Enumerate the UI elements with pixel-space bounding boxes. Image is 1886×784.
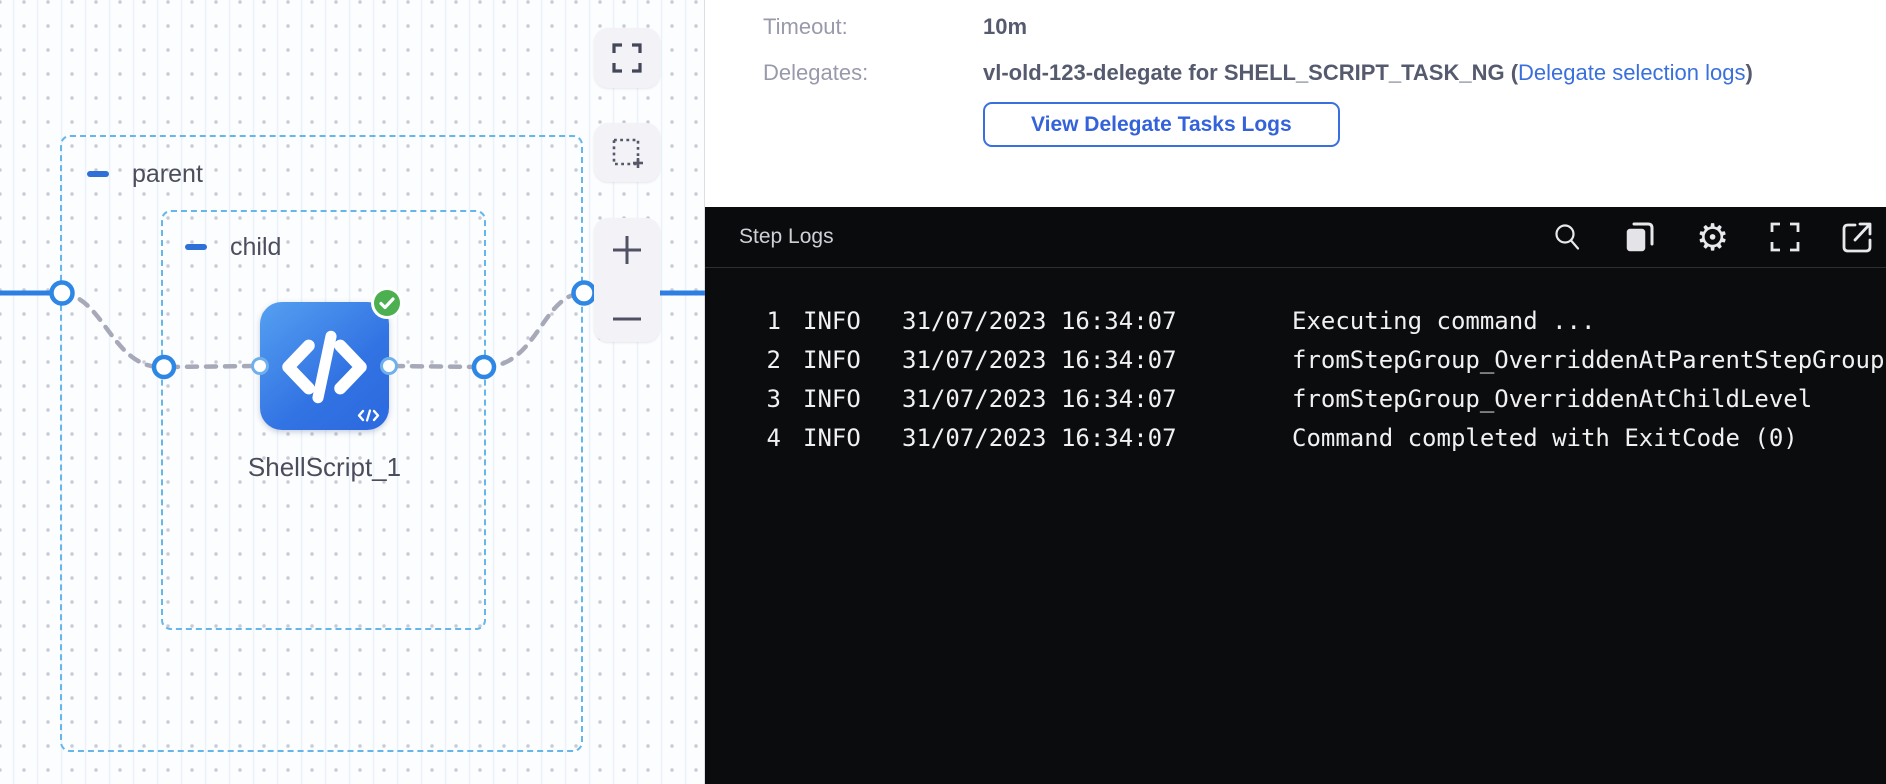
node-port-out	[380, 357, 398, 375]
timeout-label: Timeout:	[763, 14, 983, 40]
log-message: fromStepGroup_OverriddenAtChildLevel	[1292, 385, 1812, 413]
canvas-toolbar	[594, 28, 660, 342]
zoom-controls	[594, 218, 660, 342]
timeout-value: 10m	[983, 14, 1027, 40]
open-in-new-icon	[1841, 220, 1881, 254]
delegates-value-suffix: )	[1746, 60, 1753, 85]
log-timestamp: 31/07/2023 16:34:07	[902, 385, 1177, 413]
add-step-point-left[interactable]	[154, 357, 174, 377]
log-timestamp: 31/07/2023 16:34:07	[902, 346, 1177, 374]
copy-logs-button[interactable]	[1622, 219, 1656, 255]
delegate-selection-logs-link[interactable]: Delegate selection logs	[1518, 60, 1745, 85]
log-line-number: 2	[763, 346, 781, 374]
log-line-number: 3	[763, 385, 781, 413]
node-label: ShellScript_1	[244, 452, 405, 483]
open-logs-new-window-button[interactable]	[1841, 220, 1881, 254]
add-step-point-right[interactable]	[474, 357, 494, 377]
pipeline-canvas[interactable]: parent child ShellScri	[0, 0, 705, 784]
log-timestamp: 31/07/2023 16:34:07	[902, 424, 1177, 452]
delegates-value-text: vl-old-123-delegate for SHELL_SCRIPT_TAS…	[983, 60, 1518, 85]
console-header: Step Logs ⚙	[705, 207, 1886, 268]
success-check-icon	[374, 290, 400, 316]
marquee-select-button[interactable]	[594, 123, 660, 182]
log-rows[interactable]: 1 INFO 31/07/2023 16:34:07 Executing com…	[705, 268, 1886, 784]
log-row: 2 INFO 31/07/2023 16:34:07 fromStepGroup…	[705, 340, 1886, 379]
link-point-right[interactable]	[574, 283, 595, 304]
step-logs-console: Step Logs ⚙	[705, 207, 1886, 784]
expand-canvas-button[interactable]	[594, 28, 660, 88]
log-line-number: 1	[763, 307, 781, 335]
log-settings-button[interactable]: ⚙	[1696, 219, 1729, 256]
step-details: Timeout: 10m Delegates: vl-old-123-deleg…	[705, 0, 1886, 207]
log-timestamp: 31/07/2023 16:34:07	[902, 307, 1177, 335]
marquee-select-icon	[611, 137, 643, 169]
log-level: INFO	[803, 385, 861, 413]
shellscript-step-node[interactable]	[260, 302, 389, 430]
code-icon	[277, 328, 372, 406]
log-level: INFO	[803, 307, 861, 335]
view-delegate-tasks-logs-button[interactable]: View Delegate Tasks Logs	[983, 102, 1340, 147]
copy-icon	[1622, 219, 1656, 255]
timeout-row: Timeout: 10m	[705, 12, 1886, 42]
settings-icon: ⚙	[1696, 219, 1729, 256]
log-row: 1 INFO 31/07/2023 16:34:07 Executing com…	[705, 301, 1886, 340]
search-logs-button[interactable]	[1552, 222, 1582, 252]
delegates-row: Delegates: vl-old-123-delegate for SHELL…	[705, 58, 1886, 88]
expand-icon	[612, 43, 642, 73]
zoom-out-button[interactable]	[611, 314, 643, 324]
search-icon	[1552, 222, 1582, 252]
code-mini-icon	[357, 409, 380, 422]
node-port-in	[251, 357, 269, 375]
zoom-in-button[interactable]	[611, 234, 643, 266]
log-row: 4 INFO 31/07/2023 16:34:07 Command compl…	[705, 418, 1886, 457]
log-level: INFO	[803, 346, 861, 374]
delegates-value: vl-old-123-delegate for SHELL_SCRIPT_TAS…	[983, 60, 1753, 86]
step-details-panel: Timeout: 10m Delegates: vl-old-123-deleg…	[705, 0, 1886, 784]
console-title: Step Logs	[739, 225, 834, 249]
fullscreen-icon	[1769, 221, 1801, 253]
fullscreen-logs-button[interactable]	[1769, 221, 1801, 253]
pipeline-execution-view: parent child ShellScri	[0, 0, 1886, 784]
console-header-icons: ⚙	[1552, 207, 1881, 267]
log-message: Command completed with ExitCode (0)	[1292, 424, 1798, 452]
delegates-label: Delegates:	[763, 60, 983, 86]
log-row: 3 INFO 31/07/2023 16:34:07 fromStepGroup…	[705, 379, 1886, 418]
log-line-number: 4	[763, 424, 781, 452]
log-message: fromStepGroup_OverriddenAtParentStepGrou…	[1292, 346, 1884, 374]
log-level: INFO	[803, 424, 861, 452]
zoom-out-icon	[611, 314, 643, 324]
zoom-in-icon	[611, 234, 643, 266]
link-point-left[interactable]	[52, 283, 73, 304]
log-message: Executing command ...	[1292, 307, 1595, 335]
